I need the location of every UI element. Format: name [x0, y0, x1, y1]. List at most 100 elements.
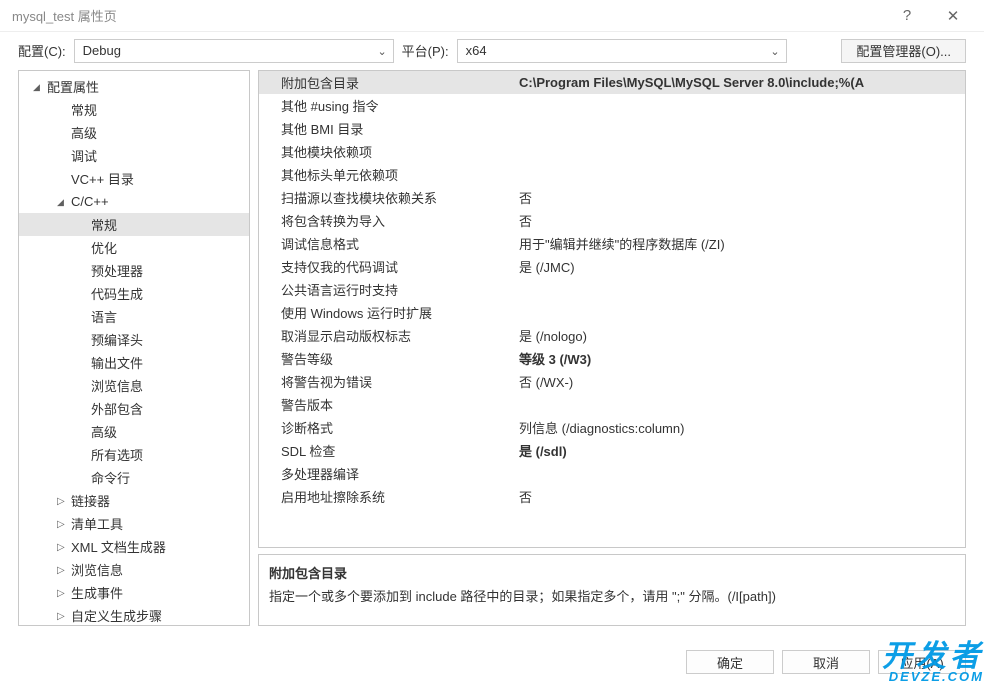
platform-dropdown[interactable]: x64 ⌄ — [457, 39, 787, 63]
property-row[interactable]: 诊断格式列信息 (/diagnostics:column) — [259, 416, 965, 439]
property-row[interactable]: SDL 检查是 (/sdl) — [259, 439, 965, 462]
close-button[interactable]: ✕ — [930, 0, 976, 32]
triangle-right-icon — [57, 541, 71, 553]
tree-item[interactable]: 自定义生成步骤 — [19, 604, 249, 626]
tree-item[interactable]: 链接器 — [19, 489, 249, 512]
property-value[interactable]: 否 — [515, 188, 965, 207]
tree-item-label: 生成事件 — [71, 583, 123, 602]
tree-item-label: 调试 — [71, 146, 97, 165]
property-value[interactable]: 否 — [515, 487, 965, 506]
tree-item[interactable]: 所有选项 — [19, 443, 249, 466]
tree-item[interactable]: VC++ 目录 — [19, 167, 249, 190]
property-label: 将包含转换为导入 — [259, 211, 515, 230]
property-row[interactable]: 其他 BMI 目录 — [259, 117, 965, 140]
property-row[interactable]: 调试信息格式用于"编辑并继续"的程序数据库 (/ZI) — [259, 232, 965, 255]
property-row[interactable]: 公共语言运行时支持 — [259, 278, 965, 301]
property-value[interactable]: 用于"编辑并继续"的程序数据库 (/ZI) — [515, 234, 965, 253]
tree-item[interactable]: 生成事件 — [19, 581, 249, 604]
tree-item[interactable]: 高级 — [19, 121, 249, 144]
window-title: mysql_test 属性页 — [12, 6, 884, 25]
tree-item[interactable]: 语言 — [19, 305, 249, 328]
tree-item[interactable]: 外部包含 — [19, 397, 249, 420]
tree-item[interactable]: 代码生成 — [19, 282, 249, 305]
tree-item[interactable]: 高级 — [19, 420, 249, 443]
tree-item-label: 常规 — [91, 215, 117, 234]
tree-item-label: 命令行 — [91, 468, 130, 487]
tree-item[interactable]: 清单工具 — [19, 512, 249, 535]
tree-item-label: 预处理器 — [91, 261, 143, 280]
property-value[interactable]: 是 (/sdl) — [515, 441, 965, 460]
tree-item[interactable]: 预编译头 — [19, 328, 249, 351]
property-label: 其他 #using 指令 — [259, 96, 515, 115]
property-row[interactable]: 其他 #using 指令 — [259, 94, 965, 117]
property-label: 警告版本 — [259, 395, 515, 414]
tree-item[interactable]: C/C++ — [19, 190, 249, 213]
property-row[interactable]: 扫描源以查找模块依赖关系否 — [259, 186, 965, 209]
triangle-right-icon — [57, 587, 71, 599]
tree-item[interactable]: XML 文档生成器 — [19, 535, 249, 558]
property-grid[interactable]: 附加包含目录C:\Program Files\MySQL\MySQL Serve… — [258, 70, 966, 548]
tree-item[interactable]: 调试 — [19, 144, 249, 167]
property-label: 取消显示启动版权标志 — [259, 326, 515, 345]
property-label: 附加包含目录 — [259, 73, 515, 92]
tree-item-label: 常规 — [71, 100, 97, 119]
config-manager-button[interactable]: 配置管理器(O)... — [841, 39, 966, 63]
property-row[interactable]: 启用地址擦除系统否 — [259, 485, 965, 508]
tree-item[interactable]: 浏览信息 — [19, 374, 249, 397]
description-text: 指定一个或多个要添加到 include 路径中的目录；如果指定多个，请用 ";"… — [269, 586, 955, 605]
cancel-button[interactable]: 取消 — [782, 650, 870, 674]
property-value[interactable]: 等级 3 (/W3) — [515, 349, 965, 368]
tree-item[interactable]: 输出文件 — [19, 351, 249, 374]
property-row[interactable]: 支持仅我的代码调试是 (/JMC) — [259, 255, 965, 278]
property-value[interactable]: 否 — [515, 211, 965, 230]
property-value[interactable]: 列信息 (/diagnostics:column) — [515, 418, 965, 437]
property-label: 诊断格式 — [259, 418, 515, 437]
property-value[interactable]: 否 (/WX-) — [515, 372, 965, 391]
tree-item-label: 语言 — [91, 307, 117, 326]
apply-button[interactable]: 应用(A) — [878, 650, 966, 674]
tree-item-label: 配置属性 — [47, 77, 99, 96]
property-label: 使用 Windows 运行时扩展 — [259, 303, 515, 322]
property-value[interactable]: C:\Program Files\MySQL\MySQL Server 8.0\… — [515, 75, 965, 90]
description-title: 附加包含目录 — [269, 563, 955, 582]
tree-item[interactable]: 命令行 — [19, 466, 249, 489]
property-value[interactable]: 是 (/JMC) — [515, 257, 965, 276]
triangle-down-icon — [57, 196, 71, 208]
property-row[interactable]: 其他标头单元依赖项 — [259, 163, 965, 186]
property-row[interactable]: 将包含转换为导入否 — [259, 209, 965, 232]
tree-item-label: 清单工具 — [71, 514, 123, 533]
tree-item-label: 浏览信息 — [91, 376, 143, 395]
tree-item-label: 高级 — [91, 422, 117, 441]
tree-item-label: C/C++ — [71, 194, 109, 209]
tree-item[interactable]: 常规 — [19, 98, 249, 121]
property-label: 扫描源以查找模块依赖关系 — [259, 188, 515, 207]
ok-button[interactable]: 确定 — [686, 650, 774, 674]
tree-item-label: XML 文档生成器 — [71, 537, 166, 556]
property-row[interactable]: 附加包含目录C:\Program Files\MySQL\MySQL Serve… — [259, 71, 965, 94]
property-row[interactable]: 将警告视为错误否 (/WX-) — [259, 370, 965, 393]
property-tree[interactable]: 配置属性常规高级调试VC++ 目录C/C++常规优化预处理器代码生成语言预编译头… — [18, 70, 250, 626]
tree-item-label: 浏览信息 — [71, 560, 123, 579]
property-label: 调试信息格式 — [259, 234, 515, 253]
property-row[interactable]: 取消显示启动版权标志是 (/nologo) — [259, 324, 965, 347]
property-row[interactable]: 警告版本 — [259, 393, 965, 416]
property-row[interactable]: 警告等级等级 3 (/W3) — [259, 347, 965, 370]
tree-item[interactable]: 常规 — [19, 213, 249, 236]
triangle-right-icon — [57, 564, 71, 576]
config-dropdown[interactable]: Debug ⌄ — [74, 39, 394, 63]
tree-item[interactable]: 配置属性 — [19, 75, 249, 98]
tree-item-label: 输出文件 — [91, 353, 143, 372]
property-row[interactable]: 使用 Windows 运行时扩展 — [259, 301, 965, 324]
property-label: 公共语言运行时支持 — [259, 280, 515, 299]
dialog-footer: 确定 取消 应用(A) — [686, 650, 966, 674]
property-row[interactable]: 其他模块依赖项 — [259, 140, 965, 163]
tree-item-label: 所有选项 — [91, 445, 143, 464]
tree-item[interactable]: 预处理器 — [19, 259, 249, 282]
right-pane: 附加包含目录C:\Program Files\MySQL\MySQL Serve… — [258, 70, 966, 626]
tree-item[interactable]: 浏览信息 — [19, 558, 249, 581]
property-label: 支持仅我的代码调试 — [259, 257, 515, 276]
property-row[interactable]: 多处理器编译 — [259, 462, 965, 485]
property-value[interactable]: 是 (/nologo) — [515, 326, 965, 345]
tree-item[interactable]: 优化 — [19, 236, 249, 259]
help-button[interactable]: ? — [884, 0, 930, 32]
